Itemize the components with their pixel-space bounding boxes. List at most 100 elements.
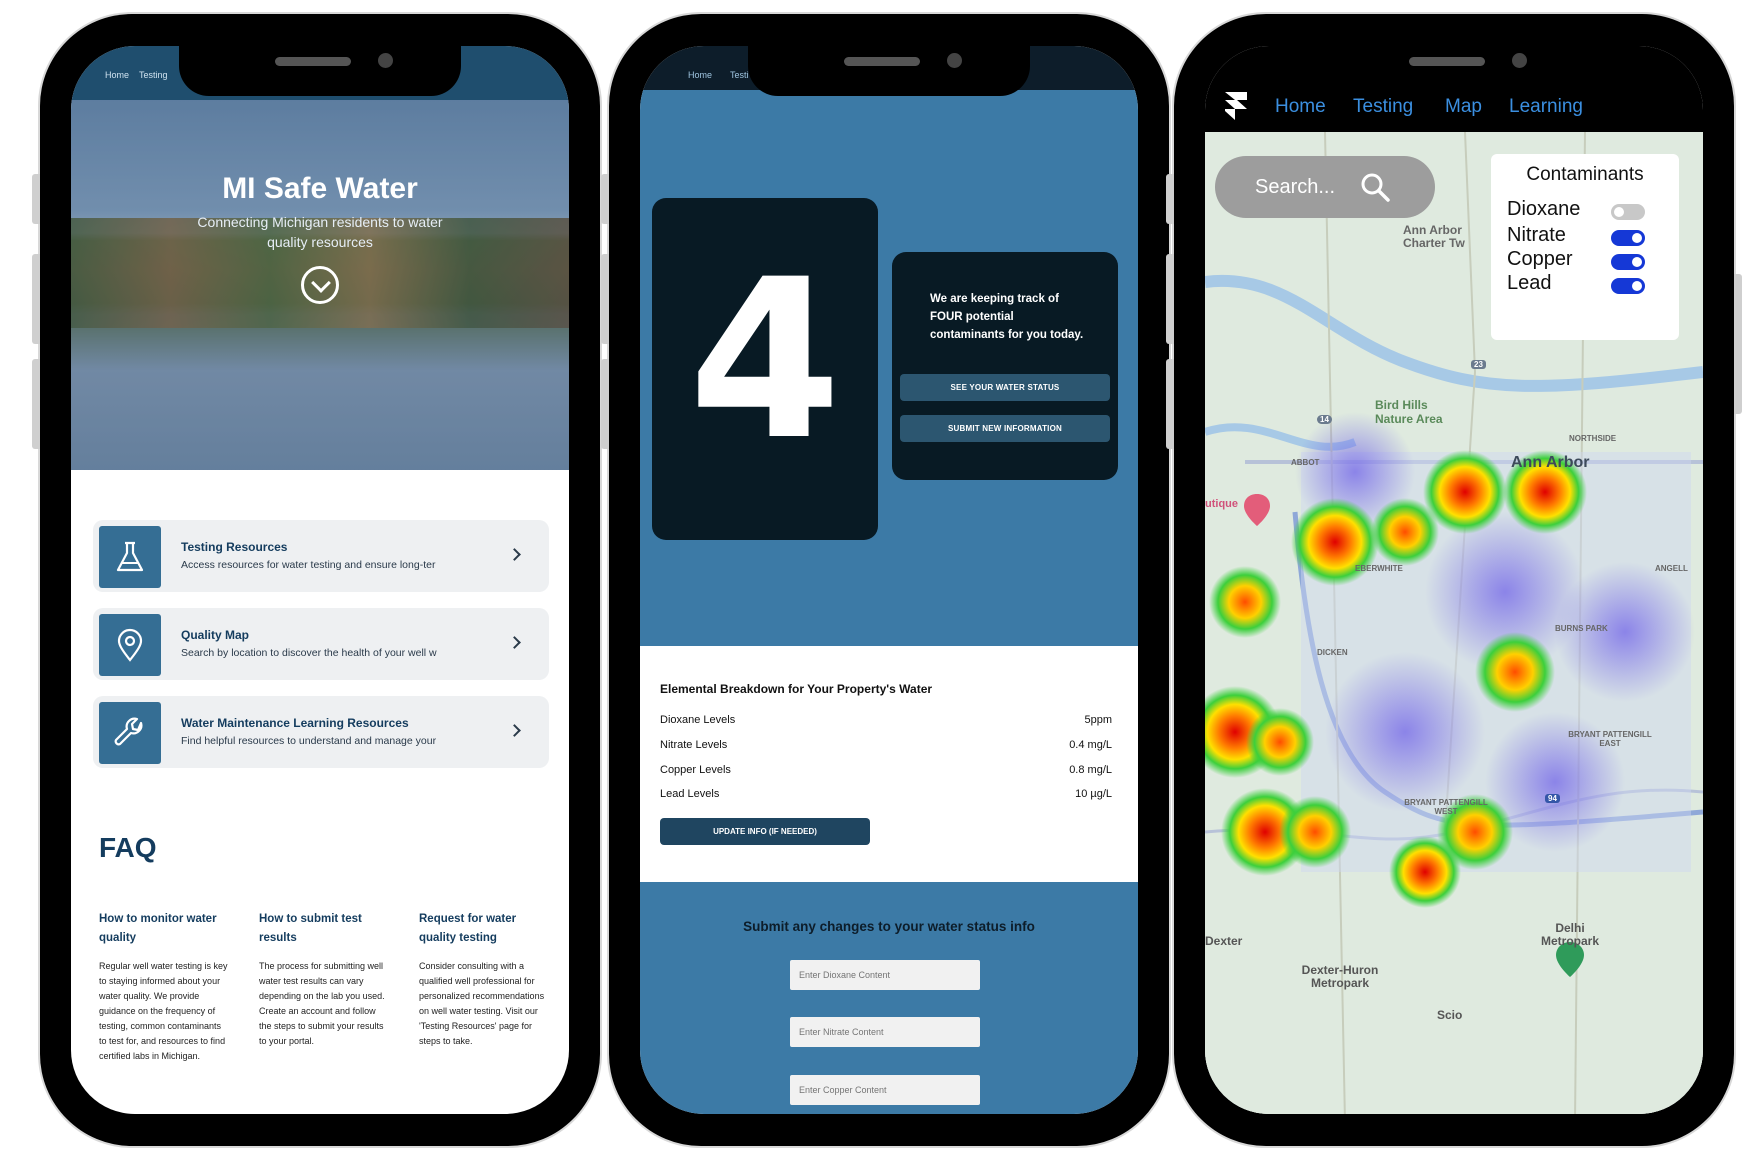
- contaminant-label: Nitrate: [1507, 224, 1566, 246]
- card-testing-resources[interactable]: Testing Resources Access resources for w…: [93, 520, 549, 592]
- map-label: Delhi Metropark: [1540, 921, 1599, 948]
- map-label: DICKEN: [1317, 648, 1348, 657]
- row-value: 0.8 mg/L: [1069, 764, 1112, 776]
- submit-form: Submit any changes to your water status …: [640, 882, 1138, 1114]
- faq-item: How to submit test results The process f…: [259, 910, 389, 1049]
- search-icon[interactable]: [1360, 172, 1390, 202]
- card-learning-resources[interactable]: Water Maintenance Learning Resources Fin…: [93, 696, 549, 768]
- faq-answer: The process for submitting well water te…: [259, 961, 385, 1046]
- faq-question[interactable]: How to monitor water quality: [99, 910, 229, 948]
- nav-home-link[interactable]: Home: [688, 70, 712, 80]
- lead-toggle[interactable]: [1611, 278, 1645, 294]
- resource-cards: Testing Resources Access resources for w…: [93, 520, 549, 784]
- screen: Home Testing MI Safe Water Connecting Mi…: [71, 46, 569, 1114]
- chevron-right-icon: [508, 636, 521, 649]
- map-label: ABBOT: [1291, 458, 1320, 467]
- breakdown-row: Copper Levels 0.8 mg/L: [660, 764, 1112, 776]
- nav-home-link[interactable]: Home: [105, 70, 129, 80]
- card-description: Access resources for water testing and e…: [181, 559, 436, 571]
- contaminant-toggle-row[interactable]: Copper: [1507, 248, 1667, 275]
- flask-icon: [99, 526, 161, 588]
- panel-title: Contaminants: [1526, 164, 1644, 185]
- contaminant-count-card: 4: [652, 198, 878, 540]
- row-value: 0.4 mg/L: [1069, 739, 1112, 751]
- status-hero: 4 We are keeping track of FOUR potential…: [640, 90, 1138, 646]
- map-label: ANGELL: [1655, 564, 1688, 573]
- update-info-button[interactable]: UPDATE INFO (IF NEEDED): [660, 818, 870, 845]
- contaminant-toggle-row[interactable]: Nitrate: [1507, 224, 1667, 251]
- breakdown-row: Dioxane Levels 5ppm: [660, 714, 1112, 726]
- location-pin-icon: [99, 614, 161, 676]
- hero-banner: MI Safe Water Connecting Michigan reside…: [71, 100, 569, 470]
- faq-answer: Regular well water testing is key to sta…: [99, 961, 228, 1061]
- nav-testing-link[interactable]: Testing: [1353, 96, 1413, 118]
- nitrate-toggle[interactable]: [1611, 230, 1645, 246]
- row-value: 10 µg/L: [1075, 788, 1112, 800]
- row-label: Nitrate Levels: [660, 739, 728, 751]
- nitrate-input[interactable]: [790, 1017, 980, 1047]
- phone-button: [1166, 254, 1174, 344]
- nav-learning-link[interactable]: Learning: [1509, 96, 1583, 118]
- route-shield: 14: [1317, 415, 1332, 424]
- faq-answer: Consider consulting with a qualified wel…: [419, 961, 545, 1046]
- hero-subtitle: Connecting Michigan residents to water q…: [197, 214, 443, 250]
- nav-home-link[interactable]: Home: [1275, 96, 1326, 118]
- notch: [748, 46, 1030, 96]
- chevron-right-icon: [508, 724, 521, 737]
- scroll-down-icon[interactable]: [301, 266, 339, 304]
- map-label: Dexter-Huron Metropark: [1301, 963, 1379, 990]
- card-quality-map[interactable]: Quality Map Search by location to discov…: [93, 608, 549, 680]
- route-shield: 23: [1471, 360, 1486, 369]
- row-label: Dioxane Levels: [660, 714, 736, 726]
- faq-question[interactable]: How to submit test results: [259, 910, 389, 948]
- map-label: EBERWHITE: [1355, 564, 1403, 573]
- app-logo-icon[interactable]: [1225, 92, 1247, 120]
- dioxane-toggle[interactable]: [1611, 204, 1645, 220]
- breakdown-row: Nitrate Levels 0.4 mg/L: [660, 739, 1112, 751]
- contaminants-panel: Contaminants Dioxane Nitrate Copper Lead: [1491, 154, 1679, 340]
- phone-button: [1166, 174, 1174, 224]
- map-search-bar[interactable]: Search...: [1215, 156, 1435, 218]
- nav-map-link[interactable]: Map: [1445, 96, 1482, 118]
- card-title: Testing Resources: [181, 540, 288, 554]
- notch: [179, 46, 461, 96]
- nav-testing-link[interactable]: Testi: [730, 70, 749, 80]
- search-placeholder: Search...: [1255, 176, 1336, 198]
- contaminant-label: Lead: [1507, 272, 1552, 294]
- contaminant-count: 4: [688, 232, 842, 488]
- row-label: Copper Levels: [660, 764, 731, 776]
- copper-input[interactable]: [790, 1075, 980, 1105]
- phone-button: [1166, 359, 1174, 449]
- card-title: Quality Map: [181, 628, 250, 642]
- map-label: BURNS PARK: [1555, 624, 1608, 633]
- phone-button: [601, 254, 609, 344]
- info-card: We are keeping track of FOUR potential c…: [892, 252, 1118, 480]
- dioxane-input[interactable]: [790, 960, 980, 990]
- map-label: Dexter: [1205, 934, 1243, 948]
- screen: Home Testi 4 We are keeping track of FOU…: [640, 46, 1138, 1114]
- map-label: BRYANT PATTENGILL WEST: [1404, 798, 1488, 816]
- card-description: Search by location to discover the healt…: [181, 647, 437, 659]
- phone-button: [601, 174, 609, 224]
- card-description: Find helpful resources to understand and…: [181, 735, 437, 747]
- map-label: utique: [1205, 498, 1238, 510]
- contaminant-label: Copper: [1507, 248, 1573, 270]
- phone-home-screen: Home Testing MI Safe Water Connecting Mi…: [32, 14, 600, 1146]
- phone-status-screen: Home Testi 4 We are keeping track of FOU…: [601, 14, 1169, 1146]
- see-status-button[interactable]: SEE YOUR WATER STATUS: [900, 374, 1110, 401]
- contaminant-toggle-row[interactable]: Dioxane: [1507, 198, 1667, 225]
- heat-map[interactable]: Ann Arbor Ann Arbor Charter Tw Bird Hill…: [1205, 132, 1703, 1114]
- copper-toggle[interactable]: [1611, 254, 1645, 270]
- faq-item: How to monitor water quality Regular wel…: [99, 910, 229, 1064]
- breakdown-row: Lead Levels 10 µg/L: [660, 788, 1112, 800]
- phone-button: [1734, 274, 1742, 414]
- phone-button: [601, 359, 609, 449]
- map-label: NORTHSIDE: [1569, 434, 1617, 443]
- map-label: Bird Hills Nature Area: [1375, 398, 1443, 426]
- breakdown-title: Elemental Breakdown for Your Property's …: [660, 682, 933, 696]
- faq-question[interactable]: Request for water quality testing: [419, 910, 549, 948]
- contaminant-toggle-row[interactable]: Lead: [1507, 272, 1667, 299]
- nav-testing-link[interactable]: Testing: [139, 70, 168, 80]
- faq-item: Request for water quality testing Consid…: [419, 910, 549, 1049]
- submit-info-button[interactable]: SUBMIT NEW INFORMATION: [900, 415, 1110, 442]
